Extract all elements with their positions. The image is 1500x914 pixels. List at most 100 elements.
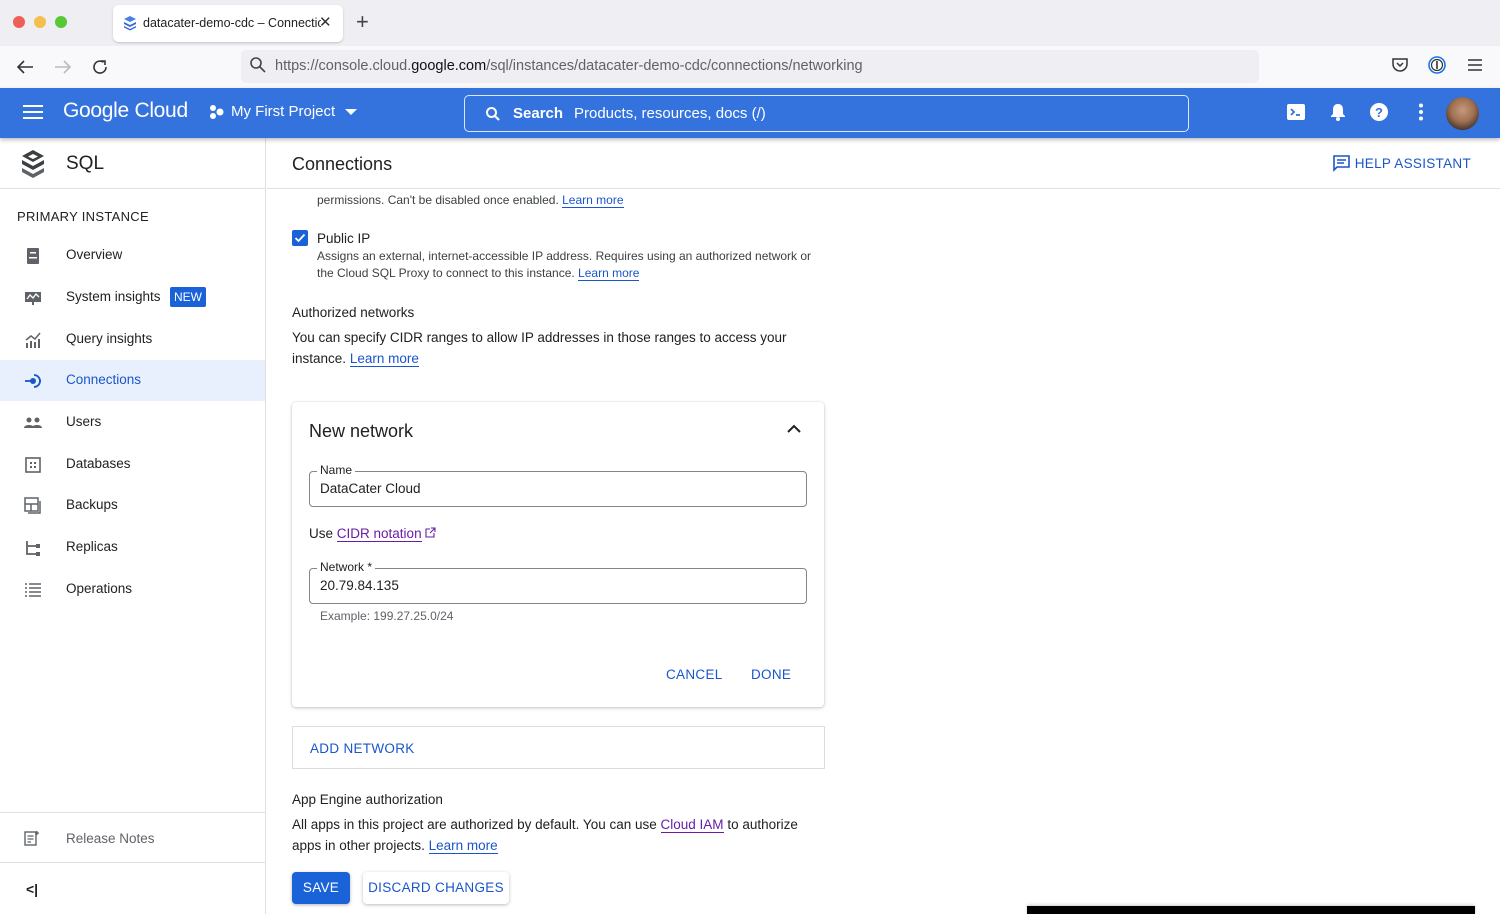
learn-more-link[interactable]: Learn more <box>578 266 640 281</box>
cloud-shell-icon[interactable] <box>1286 102 1306 122</box>
connections-icon <box>25 374 41 388</box>
user-avatar[interactable] <box>1446 97 1479 130</box>
project-name: My First Project <box>231 103 336 120</box>
project-dropdown-icon <box>345 108 358 115</box>
sidebar-item-system-insights[interactable]: System insights NEW <box>0 277 265 318</box>
release-notes-link[interactable]: Release Notes <box>0 812 265 863</box>
network-cidr-input[interactable] <box>320 578 790 593</box>
cloud-iam-link[interactable]: Cloud IAM <box>660 817 724 833</box>
svg-text:?: ? <box>1375 105 1383 120</box>
url-text: https://console.cloud.google.com/sql/ins… <box>275 58 863 74</box>
address-bar[interactable]: https://console.cloud.google.com/sql/ins… <box>241 50 1259 83</box>
help-assistant-label: HELP ASSISTANT <box>1354 156 1471 171</box>
browser-menu-icon[interactable] <box>1466 56 1484 74</box>
sidebar-item-replicas[interactable]: Replicas <box>0 527 265 568</box>
close-window-button[interactable] <box>13 16 25 28</box>
tab-title: datacater-demo-cdc – Connections <box>143 16 321 30</box>
backups-icon <box>24 497 41 514</box>
sidebar: SQL PRIMARY INSTANCE Overview System ins… <box>0 138 266 914</box>
discard-changes-button[interactable]: DISCARD CHANGES <box>363 872 509 904</box>
help-icon[interactable]: ? <box>1369 102 1389 122</box>
sidebar-section-title: PRIMARY INSTANCE <box>17 209 149 224</box>
page-header: Connections HELP ASSISTANT <box>267 138 1500 189</box>
back-icon[interactable] <box>16 59 34 75</box>
network-name-input[interactable] <box>320 481 790 496</box>
sidebar-item-label: Backups <box>66 497 118 512</box>
network-field-label: Network * <box>317 560 376 574</box>
search-label: Search <box>513 105 564 122</box>
sidebar-item-users[interactable]: Users <box>0 402 265 443</box>
network-name-field[interactable]: Name <box>309 463 807 507</box>
operations-icon <box>25 583 41 597</box>
release-notes-label: Release Notes <box>66 831 155 846</box>
sidebar-item-databases[interactable]: Databases <box>0 444 265 485</box>
external-link-icon <box>425 527 436 538</box>
overlay-bar <box>1027 906 1475 914</box>
search-input[interactable]: Search Products, resources, docs (/) <box>464 95 1189 132</box>
project-icon <box>210 104 224 119</box>
databases-icon <box>25 457 41 473</box>
overview-icon <box>27 248 39 264</box>
done-button[interactable]: DONE <box>751 667 791 682</box>
sidebar-item-label: Replicas <box>66 539 118 554</box>
notifications-icon[interactable] <box>1328 102 1348 122</box>
maximize-window-button[interactable] <box>55 16 67 28</box>
sidebar-item-backups[interactable]: Backups <box>0 485 265 526</box>
google-cloud-logo[interactable]: Google Cloud <box>63 99 188 123</box>
sidebar-item-connections[interactable]: Connections <box>0 360 265 401</box>
new-network-title: New network <box>309 421 414 441</box>
chevron-up-icon[interactable] <box>786 424 802 434</box>
public-ip-checkbox[interactable] <box>292 230 308 246</box>
sql-favicon-icon <box>124 16 136 31</box>
name-field-label: Name <box>317 463 356 477</box>
forward-icon[interactable] <box>54 59 72 75</box>
new-badge: NEW <box>170 287 206 307</box>
sidebar-item-label: Databases <box>66 456 131 471</box>
replicas-icon <box>26 541 40 556</box>
chat-icon <box>1332 155 1350 172</box>
checkmark-icon <box>294 233 306 243</box>
main-menu-icon[interactable] <box>23 105 43 119</box>
sidebar-item-overview[interactable]: Overview <box>0 235 265 276</box>
network-cidr-field[interactable]: Network * <box>309 560 807 604</box>
sidebar-item-label: System insights <box>66 289 161 304</box>
learn-more-link[interactable]: Learn more <box>349 351 419 367</box>
sidebar-item-label: Operations <box>66 581 133 596</box>
private-ip-description: permissions. Can't be disabled once enab… <box>317 193 624 208</box>
cidr-notation-link[interactable]: CIDR notation <box>336 526 422 542</box>
public-ip-description: Assigns an external, internet-accessible… <box>317 249 812 281</box>
more-options-icon[interactable] <box>1411 102 1431 122</box>
pocket-icon[interactable] <box>1391 56 1409 74</box>
sidebar-item-label: Overview <box>66 247 123 262</box>
release-notes-icon <box>24 831 39 846</box>
browser-tab[interactable]: datacater-demo-cdc – Connections ✕ <box>113 5 343 42</box>
browser-tab-bar: datacater-demo-cdc – Connections ✕ + <box>0 0 1500 46</box>
close-tab-icon[interactable]: ✕ <box>319 13 332 31</box>
search-placeholder: Products, resources, docs (/) <box>574 105 766 122</box>
cidr-hint: Use CIDR notation <box>309 526 436 542</box>
sidebar-item-label: Connections <box>66 372 142 387</box>
page-title: Connections <box>292 154 393 174</box>
new-network-card: New network Name Use CIDR notation Netwo… <box>292 402 824 707</box>
reload-icon[interactable] <box>91 58 109 76</box>
sidebar-item-query-insights[interactable]: Query insights <box>0 319 265 360</box>
gcp-header: Google Cloud My First Project Search Pro… <box>0 88 1500 138</box>
help-assistant-button[interactable]: HELP ASSISTANT <box>1332 155 1471 172</box>
search-icon <box>486 107 500 121</box>
project-selector[interactable]: My First Project <box>209 103 358 120</box>
learn-more-link[interactable]: Learn more <box>428 838 498 854</box>
cancel-button[interactable]: CANCEL <box>666 667 723 682</box>
authorized-networks-description: You can specify CIDR ranges to allow IP … <box>292 330 787 367</box>
minimize-window-button[interactable] <box>34 16 46 28</box>
authorized-networks-title: Authorized networks <box>292 305 415 320</box>
sidebar-item-operations[interactable]: Operations <box>0 569 265 610</box>
new-tab-button[interactable]: + <box>356 9 369 35</box>
password-manager-icon[interactable] <box>1428 56 1446 74</box>
add-network-button[interactable]: ADD NETWORK <box>292 726 825 769</box>
learn-more-link[interactable]: Learn more <box>562 193 624 208</box>
add-network-label: ADD NETWORK <box>310 741 415 756</box>
sidebar-item-label: Query insights <box>66 331 153 346</box>
sql-product-icon <box>22 150 44 178</box>
save-button[interactable]: SAVE <box>292 872 350 904</box>
collapse-sidebar-icon[interactable]: <| <box>26 881 38 897</box>
